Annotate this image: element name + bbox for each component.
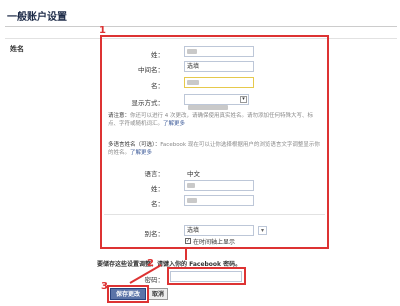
alt-name-input[interactable]: 选填 (184, 225, 254, 236)
language-value: 中文 (187, 170, 200, 178)
ml-first-name-input[interactable] (184, 195, 254, 206)
display-as-select[interactable]: ▾ (184, 94, 249, 110)
title-divider (5, 26, 397, 27)
blurred-value (187, 183, 195, 188)
learn-more-link[interactable]: 了解更多 (163, 121, 185, 127)
language-label: 语言： (144, 170, 165, 178)
ml-first-name-label: 名： (151, 200, 164, 208)
name-change-note: 请注意：你还可以进行 4 次更改，请确保使用真实姓名。请勿添加任何特殊大写、标点… (108, 112, 323, 128)
multilang-label: 多语言姓名（可选）： (108, 142, 161, 148)
ml-last-name-label: 姓： (151, 185, 164, 193)
last-name-input[interactable] (184, 46, 254, 57)
annotation-number-1: 1 (99, 25, 106, 36)
blurred-value (187, 49, 197, 54)
note-label: 请注意： (108, 113, 131, 119)
annotation-box-3 (107, 285, 149, 303)
multilang-section: 多语言姓名（可选）：Facebook 现在可以让你选择根据用户的浏览语言文字调整… (108, 141, 323, 157)
section-label-name: 姓名 (10, 45, 24, 53)
first-name-label: 名： (151, 82, 164, 90)
form-divider (104, 214, 325, 215)
display-as-label: 显示方式： (131, 99, 165, 107)
chevron-down-icon: ▾ (240, 96, 247, 103)
multilang-learn-more-link[interactable]: 了解更多 (130, 150, 152, 156)
privacy-icon[interactable]: ▾ (258, 226, 267, 235)
timeline-checkbox-label: 在时间轴上显示 (193, 239, 236, 246)
middle-name-input[interactable]: 选填 (184, 61, 254, 72)
cancel-button[interactable]: 取消 (148, 288, 168, 300)
ml-last-name-input[interactable] (184, 180, 254, 191)
blurred-value (188, 105, 228, 110)
page-title: 一般账户设置 (7, 12, 67, 23)
first-name-input[interactable] (184, 77, 254, 88)
alt-name-label: 别名： (144, 230, 165, 238)
blurred-value (187, 80, 199, 85)
blurred-value (187, 198, 197, 203)
note-text: 你还可以进行 4 次更改，请确保使用真实姓名。请勿添加任何特殊大写、标点、字符或… (108, 113, 314, 127)
annotation-number-3: 3 (101, 281, 108, 292)
last-name-label: 姓： (151, 51, 164, 59)
timeline-checkbox[interactable]: ✓ (185, 238, 191, 244)
annotation-box-2 (167, 267, 246, 285)
middle-name-label: 中间名： (138, 66, 164, 74)
